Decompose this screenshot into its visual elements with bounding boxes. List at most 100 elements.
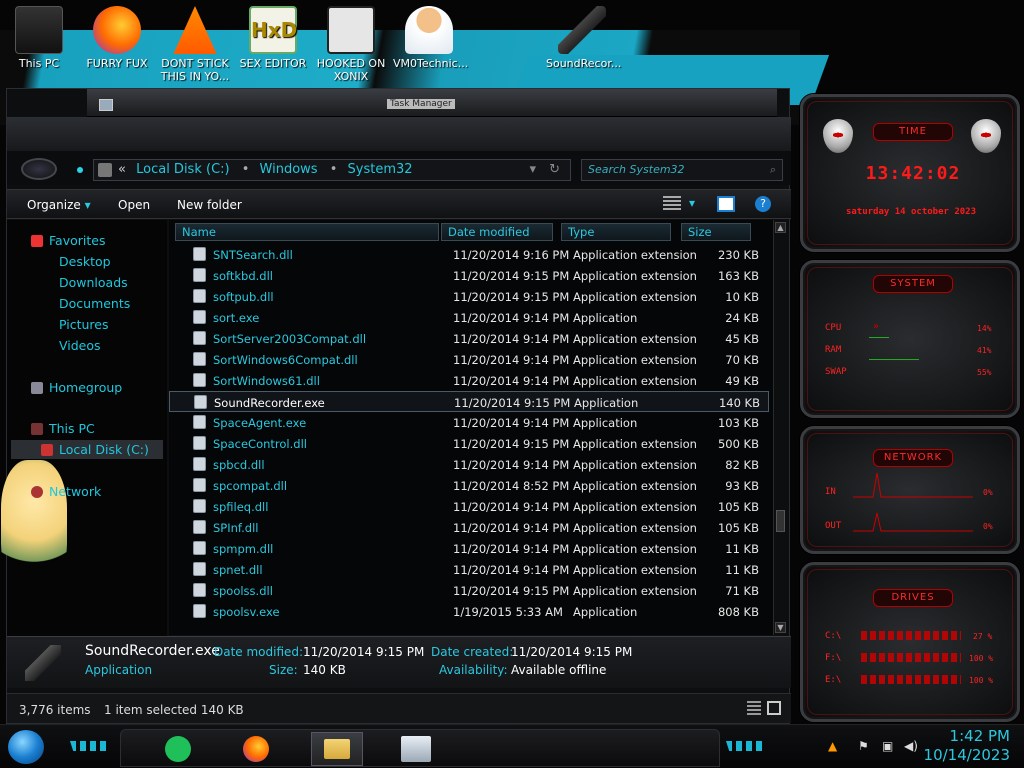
nav-favorites[interactable]: Favorites xyxy=(49,233,105,248)
table-row[interactable]: softpub.dll 11/20/2014 9:15 PM Application… xyxy=(169,286,769,307)
nav-homegroup[interactable]: Homegroup xyxy=(49,380,122,395)
table-row[interactable]: spmpm.dll 11/20/2014 9:14 PM Application e… xyxy=(169,538,769,559)
desktop-icon-dont-stick[interactable]: DONT STICK THIS IN YO... xyxy=(159,6,231,83)
nav-documents[interactable]: Documents xyxy=(59,296,130,311)
explorer-taskbar-button[interactable] xyxy=(311,732,363,766)
cell-type: Application extension xyxy=(573,269,697,283)
table-row[interactable]: spnet.dll 11/20/2014 9:14 PM Application e… xyxy=(169,559,769,580)
time-gadget[interactable]: TIME 13:42:02 saturday 14 october 2023 xyxy=(800,94,1020,252)
system-gadget[interactable]: SYSTEM CPU 14% » RAM 41% SWAP 55% xyxy=(800,260,1020,418)
volume-icon[interactable]: ◀) xyxy=(904,739,918,753)
nav-downloads[interactable]: Downloads xyxy=(59,275,128,290)
desktop-icon-vm0technic[interactable]: VM0Technic... xyxy=(393,6,468,70)
cell-name: softpub.dll xyxy=(213,290,274,304)
action-center-flag-icon[interactable]: ⚑ xyxy=(858,739,872,753)
cell-type: Application xyxy=(573,605,638,619)
column-header-name[interactable]: Name xyxy=(175,223,439,241)
status-item-count: 3,776 items xyxy=(19,703,91,717)
navigation-pane: Favorites Desktop Downloads Documents Pi… xyxy=(1,220,167,640)
nav-pictures[interactable]: Pictures xyxy=(59,317,109,332)
column-header-type[interactable]: Type xyxy=(561,223,671,241)
table-row[interactable]: SoundRecorder.exe 11/20/2014 9:15 PM Appli… xyxy=(169,391,769,412)
nav-network[interactable]: Network xyxy=(49,484,101,499)
notes-app-icon[interactable] xyxy=(165,736,191,762)
title-bar[interactable]: Task Manager xyxy=(87,89,777,117)
window-icon xyxy=(99,99,113,111)
breadcrumb-windows[interactable]: Windows xyxy=(260,162,318,177)
open-button[interactable]: Open xyxy=(118,198,150,212)
swap-value: 55% xyxy=(977,368,992,377)
table-row[interactable]: sort.exe 11/20/2014 9:14 PM Application 24 … xyxy=(169,307,769,328)
scroll-thumb[interactable] xyxy=(776,510,785,532)
network-tray-icon[interactable]: ▣ xyxy=(882,739,896,753)
recent-locations-icon[interactable] xyxy=(77,167,83,173)
column-header-date[interactable]: Date modified xyxy=(441,223,553,241)
scroll-up-icon[interactable]: ▲ xyxy=(775,222,786,233)
cell-date: 11/20/2014 9:15 PM xyxy=(453,584,570,598)
nav-local-disk[interactable]: Local Disk (C:) xyxy=(59,442,149,457)
table-row[interactable]: spoolss.dll 11/20/2014 9:15 PM Application… xyxy=(169,580,769,601)
view-dropdown-icon[interactable]: ▾ xyxy=(689,196,695,210)
table-row[interactable]: SPInf.dll 11/20/2014 9:14 PM Application e… xyxy=(169,517,769,538)
cell-size: 11 KB xyxy=(725,563,759,577)
network-gadget[interactable]: NETWORK IN 0% OUT 0% xyxy=(800,426,1020,554)
tray-clock[interactable]: 1:42 PM 10/14/2023 xyxy=(924,727,1010,765)
scroll-down-icon[interactable]: ▼ xyxy=(775,622,786,633)
vertical-scrollbar[interactable]: ▲ ▼ xyxy=(773,220,787,635)
desktop-icon-sex-editor[interactable]: HxD SEX EDITOR xyxy=(237,6,309,70)
table-row[interactable]: SortServer2003Compat.dll 11/20/2014 9:14 … xyxy=(169,328,769,349)
search-input[interactable]: Search System32 ⌕ xyxy=(581,159,783,181)
preview-pane-icon[interactable] xyxy=(717,196,735,212)
refresh-icon[interactable]: ↻ xyxy=(549,160,560,180)
table-row[interactable]: spoolsv.exe 1/19/2015 5:33 AM Application 8… xyxy=(169,601,769,622)
address-bar[interactable]: « Local Disk (C:) • Windows • System32 ▾… xyxy=(93,159,571,181)
cell-size: 71 KB xyxy=(725,584,759,598)
table-row[interactable]: spbcd.dll 11/20/2014 9:14 PM Application e… xyxy=(169,454,769,475)
organize-button[interactable]: Organize ▾ xyxy=(27,198,91,212)
large-icons-view-icon[interactable] xyxy=(767,701,781,715)
nav-videos[interactable]: Videos xyxy=(59,338,101,353)
table-row[interactable]: SpaceAgent.exe 11/20/2014 9:14 PM Applicat… xyxy=(169,412,769,433)
cell-type: Application xyxy=(573,311,638,325)
table-row[interactable]: SpaceControl.dll 11/20/2014 9:15 PM Applic… xyxy=(169,433,769,454)
view-options-icon[interactable] xyxy=(663,196,681,212)
vlc-shortcut-icon xyxy=(173,6,217,54)
start-button[interactable] xyxy=(8,730,44,764)
help-icon[interactable]: ? xyxy=(755,196,771,212)
address-dropdown-icon[interactable]: ▾ xyxy=(529,160,536,180)
desktop-icon-this-pc[interactable]: This PC xyxy=(3,6,75,70)
desktop-icon-furry-fux[interactable]: FURRY FUX xyxy=(81,6,153,70)
table-row[interactable]: softkbd.dll 11/20/2014 9:15 PM Application… xyxy=(169,265,769,286)
table-row[interactable]: SortWindows61.dll 11/20/2014 9:14 PM Appli… xyxy=(169,370,769,391)
time-gadget-title: TIME xyxy=(873,123,953,141)
cell-type: Application extension xyxy=(573,437,697,451)
tray-app-icon[interactable]: ▲ xyxy=(828,739,842,753)
breadcrumb-system32[interactable]: System32 xyxy=(348,162,413,177)
cell-date: 11/20/2014 8:52 PM xyxy=(453,479,570,493)
cell-name: SNTSearch.dll xyxy=(213,248,293,262)
desktop-icon-soundrecorder[interactable]: SoundRecor... xyxy=(546,6,621,70)
nav-desktop[interactable]: Desktop xyxy=(59,254,111,269)
drive-c-label: C:\ xyxy=(825,631,842,641)
nav-this-pc[interactable]: This PC xyxy=(49,421,95,436)
dll-file-icon xyxy=(193,247,206,261)
application-file-icon xyxy=(193,415,206,429)
table-row[interactable]: spcompat.dll 11/20/2014 8:52 PM Applicatio… xyxy=(169,475,769,496)
details-view-icon[interactable] xyxy=(747,701,761,715)
table-row[interactable]: SNTSearch.dll 11/20/2014 9:16 PM Applicati… xyxy=(169,244,769,265)
cell-type: Application extension xyxy=(573,563,697,577)
table-row[interactable]: spfileq.dll 11/20/2014 9:14 PM Application… xyxy=(169,496,769,517)
tray-date: 10/14/2023 xyxy=(923,746,1010,764)
cell-date: 11/20/2014 9:14 PM xyxy=(453,416,570,430)
column-header-size[interactable]: Size xyxy=(681,223,751,241)
task-manager-taskbar-icon[interactable] xyxy=(401,736,431,762)
back-forward-orb[interactable] xyxy=(21,158,57,180)
new-folder-button[interactable]: New folder xyxy=(177,198,242,212)
desktop-icon-hooked-on-xonix[interactable]: HOOKED ON XONIX xyxy=(315,6,387,83)
table-row[interactable]: SortWindows6Compat.dll 11/20/2014 9:14 PM… xyxy=(169,349,769,370)
drives-gadget[interactable]: DRIVES C:\ 27 % F:\ 100 % E:\ 100 % xyxy=(800,562,1020,722)
breadcrumb-local-disk[interactable]: Local Disk (C:) xyxy=(136,162,229,177)
firefox-taskbar-icon[interactable] xyxy=(243,736,269,762)
cell-type: Application extension xyxy=(573,332,697,346)
cell-size: 230 KB xyxy=(717,248,759,262)
